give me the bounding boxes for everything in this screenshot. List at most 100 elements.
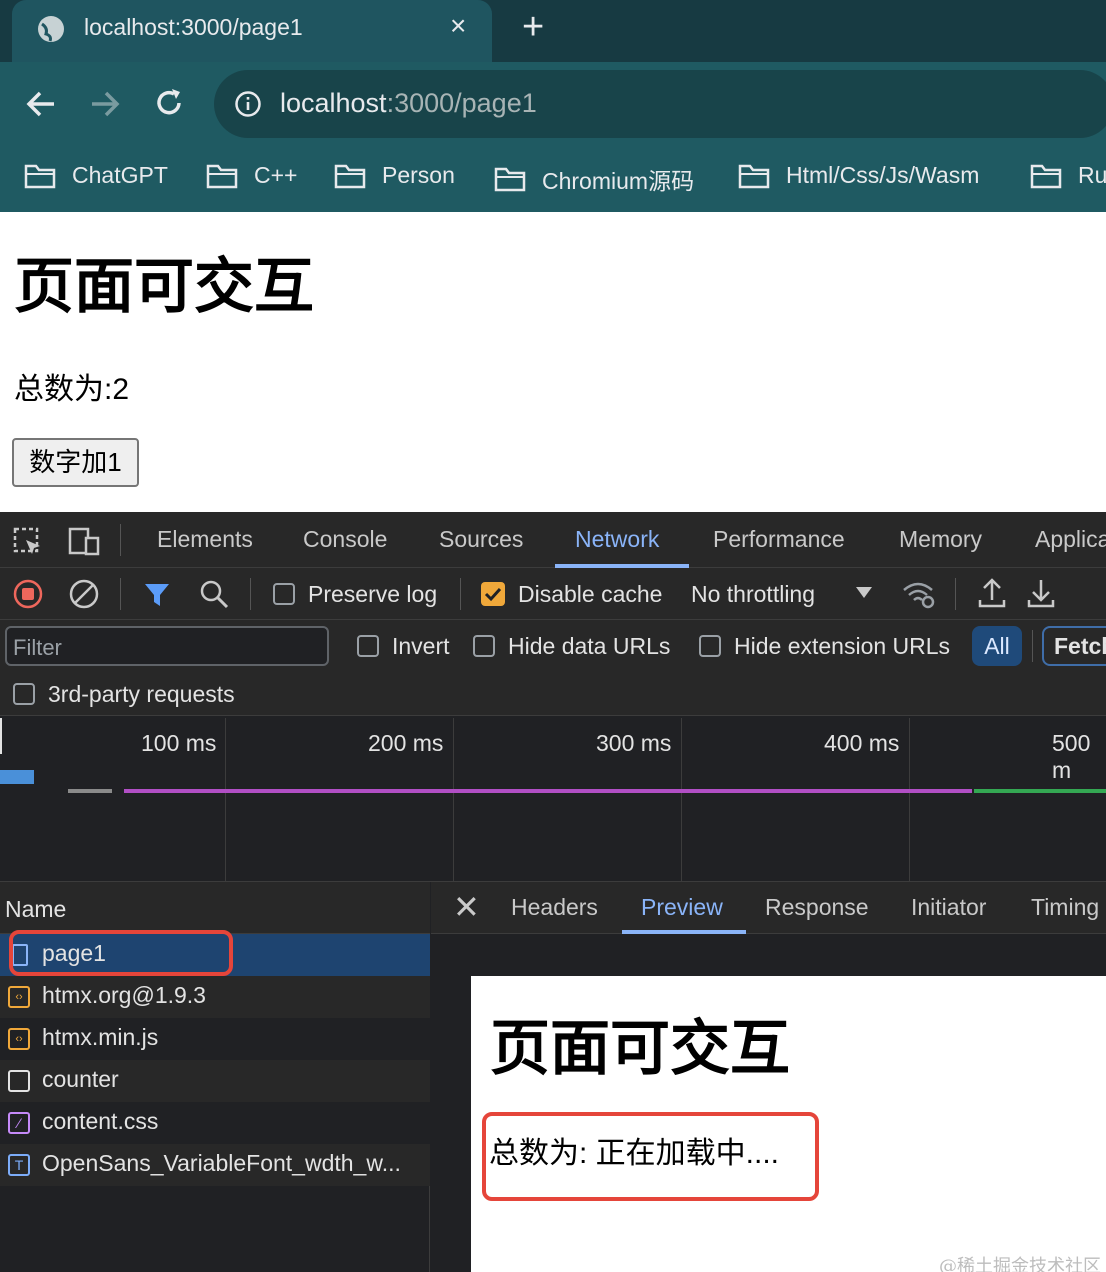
third-party-checkbox[interactable] (13, 683, 35, 705)
bookmark-item[interactable]: ChatGPT (24, 162, 168, 189)
bookmark-item[interactable]: Person (334, 162, 455, 189)
count-text: 总数为:2 (14, 373, 130, 406)
timeline-label: 500 m (1052, 730, 1091, 783)
timeline-cursor (0, 718, 2, 754)
request-row[interactable]: T OpenSans_VariableFont_wdth_w... (0, 1144, 430, 1186)
increment-button[interactable]: 数字加1 (12, 438, 139, 487)
devtools-tab-applica[interactable]: Applica (1035, 526, 1106, 553)
filter-input[interactable]: Filter (5, 626, 329, 666)
request-name: content.css (42, 1108, 159, 1134)
folder-icon (494, 167, 526, 192)
clear-icon[interactable] (68, 578, 100, 610)
reload-icon[interactable] (152, 86, 186, 120)
hide-data-urls-label: Hide data URLs (508, 633, 671, 659)
blank-icon (8, 1070, 30, 1092)
preview-heading: 页面可交互 (490, 1014, 790, 1084)
network-conditions-icon[interactable] (900, 576, 940, 612)
page-content: 页面可交互 总数为:2 数字加1 (0, 212, 1106, 512)
device-toolbar-icon[interactable] (66, 526, 102, 558)
devtools-panel: Elements Console Sources Network Performance… (0, 512, 1106, 1272)
new-tab-icon[interactable]: + (522, 6, 544, 49)
active-detail-indicator (622, 930, 746, 934)
export-har-icon[interactable] (1025, 576, 1057, 610)
devtools-tab-elements[interactable]: Elements (157, 526, 253, 553)
folder-icon (24, 164, 56, 188)
preview-pane: 页面可交互 总数为: 正在加载中.... (471, 976, 1106, 1272)
timeline-bar-waiting (68, 789, 112, 793)
bookmarks-bar: ChatGPT C++ Person Chromium源码 Html/Css/Js/Wa… (0, 148, 1106, 210)
detail-tab-timing[interactable]: Timing (1031, 894, 1099, 921)
detail-tab-preview[interactable]: Preview (641, 894, 723, 921)
tab-title: localhost:3000/page1 (84, 14, 303, 40)
forward-icon[interactable] (88, 88, 122, 120)
checkmark-icon (484, 587, 502, 602)
request-row[interactable]: ‹› htmx.org@1.9.3 (0, 976, 430, 1018)
devtools-tab-sources[interactable]: Sources (439, 526, 523, 553)
address-bar[interactable]: localhost:3000/page1 (214, 70, 1106, 138)
highlight-box (482, 1112, 819, 1201)
request-name: htmx.org@1.9.3 (42, 982, 206, 1008)
detail-tab-initiator[interactable]: Initiator (911, 894, 986, 921)
divider (955, 578, 956, 610)
filter-all-button[interactable]: All (972, 626, 1022, 666)
hide-extension-urls-checkbox[interactable] (699, 635, 721, 657)
devtools-tab-memory[interactable]: Memory (899, 526, 982, 553)
timeline-bar-request (124, 789, 972, 793)
invert-checkbox[interactable] (357, 635, 379, 657)
request-detail: ✕ Headers Preview Response Initiator Timing … (431, 882, 1106, 1272)
bookmark-label: Chromium源码 (542, 168, 695, 194)
bookmark-label: Html/Css/Js/Wasm (786, 162, 980, 188)
disable-cache-label: Disable cache (518, 581, 663, 607)
close-tab-icon[interactable]: × (450, 10, 466, 42)
request-name: htmx.min.js (42, 1024, 159, 1050)
bookmark-label: C++ (254, 162, 298, 188)
timeline-label: 400 ms (824, 730, 900, 756)
name-column-header[interactable]: Name (0, 882, 430, 934)
filter-placeholder: Filter (13, 635, 62, 660)
folder-icon (206, 164, 238, 188)
bookmark-item[interactable]: Ru (1030, 162, 1106, 189)
preserve-log-checkbox[interactable] (273, 583, 295, 605)
timeline-label: 200 ms (368, 730, 444, 756)
browser-tab[interactable]: localhost:3000/page1 × (12, 0, 492, 62)
timeline-gridline (681, 718, 682, 882)
filter-icon[interactable] (142, 580, 172, 610)
search-icon[interactable] (198, 578, 230, 610)
invert-label: Invert (392, 633, 450, 659)
request-name: counter (42, 1066, 119, 1092)
back-icon[interactable] (24, 88, 58, 120)
bookmark-item[interactable]: C++ (206, 162, 297, 189)
hide-data-urls-checkbox[interactable] (473, 635, 495, 657)
record-stop-icon[interactable] (12, 578, 44, 610)
import-har-icon[interactable] (976, 576, 1008, 610)
filter-fetch-button[interactable]: Fetch (1042, 626, 1106, 666)
bookmark-item[interactable]: Html/Css/Js/Wasm (738, 162, 979, 189)
timeline-bar-response (974, 789, 1106, 793)
info-icon[interactable] (234, 90, 262, 118)
name-header-label: Name (5, 896, 67, 922)
request-row[interactable]: counter (0, 1060, 430, 1102)
request-row[interactable]: ⁄ content.css (0, 1102, 430, 1144)
bookmark-label: Ru (1078, 162, 1106, 188)
close-detail-icon[interactable]: ✕ (453, 888, 480, 926)
url-text: localhost:3000/page1 (280, 88, 537, 119)
font-icon: T (8, 1154, 30, 1176)
dropdown-arrow-icon[interactable] (855, 586, 873, 600)
devtools-tab-network[interactable]: Network (575, 526, 659, 553)
highlight-box (9, 930, 233, 976)
stylesheet-icon: ⁄ (8, 1112, 30, 1134)
folder-icon (738, 164, 770, 188)
throttling-select[interactable]: No throttling (691, 581, 815, 608)
disable-cache-checkbox[interactable] (481, 582, 505, 606)
detail-tab-response[interactable]: Response (765, 894, 869, 921)
request-row[interactable]: ‹› htmx.min.js (0, 1018, 430, 1060)
devtools-tab-console[interactable]: Console (303, 526, 387, 553)
devtools-tab-performance[interactable]: Performance (713, 526, 845, 553)
timeline-label: 300 ms (596, 730, 672, 756)
network-overview[interactable]: 100 ms 200 ms 300 ms 400 ms 500 m (0, 718, 1106, 882)
bookmark-label: ChatGPT (72, 162, 168, 188)
detail-tab-headers[interactable]: Headers (511, 894, 598, 921)
divider (120, 578, 121, 610)
inspect-element-icon[interactable] (12, 526, 44, 558)
bookmark-item[interactable]: Chromium源码 (494, 162, 694, 196)
